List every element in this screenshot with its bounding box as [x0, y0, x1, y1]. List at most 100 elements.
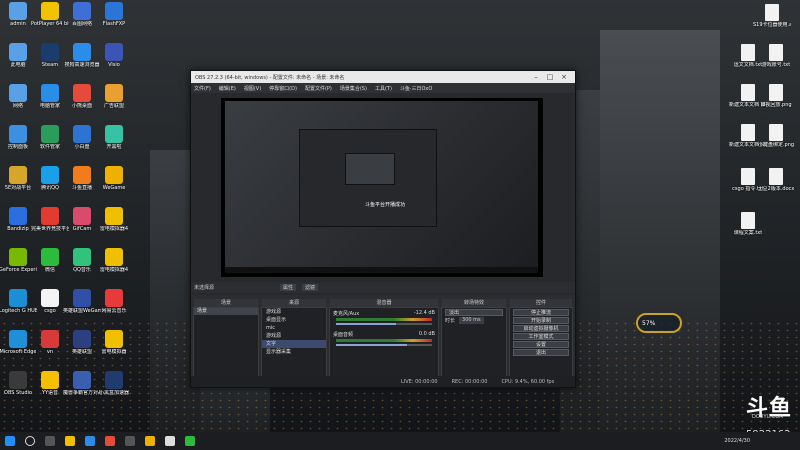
desktop-icon[interactable]: 广告联盟 — [96, 84, 132, 120]
obs-preview[interactable]: 斗鱼平台开播成功 — [221, 98, 543, 277]
app-icon-white[interactable] — [165, 436, 175, 446]
desktop-icon[interactable]: 搜狗高速浏览器 — [64, 43, 100, 79]
transitions-panel: 转场特效 淡出 时长 300 ms — [441, 299, 507, 387]
control-button[interactable]: 启动虚拟摄像机 — [513, 325, 569, 332]
wegame-taskbar-icon[interactable] — [145, 436, 155, 446]
wechat-taskbar-icon[interactable] — [185, 436, 195, 446]
maximize-icon[interactable]: □ — [543, 73, 557, 81]
desktop-icon[interactable]: WeGame — [96, 166, 132, 202]
desktop-file-icon[interactable]: 游戏账号.txt — [758, 44, 794, 80]
desktop-icon-label: 此电脑 — [10, 62, 26, 68]
explorer-icon[interactable] — [65, 436, 75, 446]
control-button[interactable]: 开始录制 — [513, 317, 569, 324]
menu-item[interactable]: 文件(F) — [194, 85, 211, 92]
desktop-icon-label: 5E对战平台 — [4, 185, 32, 191]
control-button[interactable]: 退出 — [513, 349, 569, 356]
app-icon-red[interactable] — [105, 436, 115, 446]
desktop-icon[interactable]: PotPlayer 64 bit — [31, 2, 69, 38]
start-icon[interactable] — [5, 436, 15, 446]
desktop-icon[interactable]: 斗鱼直播 — [64, 166, 100, 202]
app-icon — [105, 125, 123, 143]
scenes-title: 场景 — [194, 299, 258, 307]
desktop-icon[interactable]: 电脑管家 — [32, 84, 68, 120]
desktop-icon[interactable]: 魔兽争霸官方对战平台 — [63, 371, 101, 407]
menu-item[interactable]: 配置文件(P) — [305, 85, 332, 92]
desktop-icon[interactable]: Visio — [96, 43, 132, 79]
obs-window[interactable]: OBS 27.2.3 (64-bit, windows) - 配置文件: 未命名… — [190, 70, 576, 388]
desktop-icon[interactable]: GeForce Experience — [0, 248, 37, 284]
scene-item[interactable]: 场景 — [194, 308, 258, 315]
obs-titlebar[interactable]: OBS 27.2.3 (64-bit, windows) - 配置文件: 未命名… — [191, 71, 575, 83]
source-label: 游戏源 — [266, 309, 282, 315]
source-item[interactable]: 游戏源 — [262, 332, 326, 340]
volume-slider[interactable] — [336, 323, 432, 325]
desktop-icon[interactable]: 软件管家 — [32, 125, 68, 161]
control-button[interactable]: 停止推流 — [513, 309, 569, 316]
desktop-icon[interactable]: OBS Studio — [0, 371, 36, 407]
desktop-icon[interactable]: FlashFXP — [96, 2, 132, 38]
desktop-icon[interactable]: QQ音乐 — [64, 248, 100, 284]
desktop-icon[interactable]: vn — [32, 330, 68, 366]
desktop-icon[interactable]: 雷电模拟器4 — [96, 207, 132, 243]
control-button[interactable]: 设置 — [513, 341, 569, 348]
desktop-icon[interactable]: 5E对战平台 — [0, 166, 36, 202]
desktop-icon[interactable]: 雷电模拟器 — [96, 330, 132, 366]
menu-item[interactable]: 视图(V) — [244, 85, 261, 92]
desktop-icons-right: S19卡位器使用.afss运文文档.txt游戏账号.txt新建文本文档 (3).… — [720, 0, 800, 432]
close-icon[interactable]: × — [557, 73, 571, 81]
source-item[interactable]: 桌面显示 — [262, 316, 326, 324]
desktop-icon[interactable]: 控制面板 — [0, 125, 36, 161]
browser-icon[interactable] — [85, 436, 95, 446]
desktop-icon-label: 软件管家 — [39, 144, 60, 150]
desktop-icon[interactable]: 网易云音乐 — [96, 289, 132, 325]
desktop-icon[interactable]: 雷电模拟器4 — [96, 248, 132, 284]
volume-slider[interactable] — [336, 344, 432, 346]
search-icon[interactable] — [25, 436, 35, 446]
control-button[interactable]: 工作室模式 — [513, 333, 569, 340]
desktop-file-icon[interactable]: 课程文案.txt — [730, 212, 766, 248]
source-item[interactable]: 游戏源 — [262, 308, 326, 316]
menu-item[interactable]: 场景集合(S) — [340, 85, 367, 92]
desktop-icon[interactable]: Steam — [32, 43, 68, 79]
desktop-icon[interactable]: csgo — [32, 289, 68, 325]
menu-item[interactable]: 编辑(E) — [219, 85, 236, 92]
source-item[interactable]: 文字 — [262, 340, 326, 348]
transition-select[interactable]: 淡出 — [445, 309, 503, 316]
desktop-icon[interactable]: 完美世界竞技平台 — [31, 207, 69, 243]
desktop-icon[interactable]: Logitech G HUB — [0, 289, 37, 325]
properties-button[interactable]: 属性 — [280, 284, 297, 291]
source-item[interactable]: mic — [262, 324, 326, 332]
taskview-icon[interactable] — [45, 436, 55, 446]
duration-input[interactable]: 300 ms — [459, 317, 484, 324]
app-icon — [105, 207, 123, 225]
volume-slider-fill — [336, 344, 408, 346]
desktop-icon[interactable]: 小黑盒加速器 — [96, 371, 132, 407]
desktop-icon[interactable]: 腾讯QQ — [32, 166, 68, 202]
menu-item[interactable]: 工具(T) — [375, 85, 392, 92]
desktop-icon[interactable]: 此电脑 — [0, 43, 36, 79]
desktop-file-icon[interactable]: 审视回放.png — [758, 84, 794, 120]
menu-item[interactable]: 斗鱼·三日OxO — [400, 85, 432, 92]
desktop-icon[interactable]: Microsoft Edge — [0, 330, 36, 366]
desktop-icon[interactable]: 开黑啦 — [96, 125, 132, 161]
desktop-icon[interactable]: 英雄联盟 — [64, 330, 100, 366]
minimize-icon[interactable]: – — [529, 73, 543, 81]
desktop-icon[interactable]: YY语音 — [32, 371, 68, 407]
menu-item[interactable]: 停靠窗口(D) — [269, 85, 297, 92]
desktop-icon[interactable]: admin — [0, 2, 36, 38]
desktop-icon[interactable]: 百图网络 — [64, 2, 100, 38]
desktop-icon[interactable]: GifCam — [64, 207, 100, 243]
desktop-icon[interactable]: 微信 — [32, 248, 68, 284]
desktop-file-icon[interactable]: 小键盘绑定.png — [758, 124, 794, 160]
desktop-icon[interactable]: 小熊桌面 — [64, 84, 100, 120]
desktop-file-icon[interactable]: 土豆2版本.docx — [758, 168, 794, 204]
desktop-icon[interactable]: 英雄联盟WeGame版 — [63, 289, 101, 325]
filters-button[interactable]: 滤镜 — [302, 284, 319, 291]
desktop-file-icon[interactable]: S19卡位器使用.afss — [753, 4, 791, 40]
desktop-icon[interactable]: 网络 — [0, 84, 36, 120]
scenes-panel: 场景 场景 — [193, 299, 259, 387]
desktop-icon[interactable]: Bandizip — [0, 207, 36, 243]
source-item[interactable]: 显示器采集 — [262, 348, 326, 356]
desktop-icon[interactable]: 小白盘 — [64, 125, 100, 161]
obs-taskbar-icon[interactable] — [125, 436, 135, 446]
